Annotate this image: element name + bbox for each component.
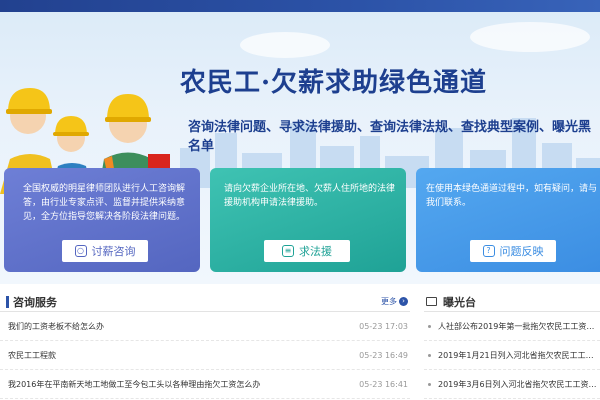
button-label: 讨薪咨询 [91,245,136,258]
legal-aid-card: 请向欠薪企业所在地、欠薪人住所地的法律援助机构申请法律援助。 ≡ 求法援 [210,168,406,272]
document-icon: ≡ [282,245,294,257]
list-item[interactable]: 人社部公布2019年第一批拖欠农民工工资… [424,312,600,341]
consult-service-panel: 咨询服务 更多 › 我们的工资老板不给怎么办 05-23 17:03 农民工工程… [0,292,410,399]
panel-header: 咨询服务 更多 › [0,292,410,312]
button-label: 问题反映 [499,245,544,258]
panel-title: 曝光台 [443,295,476,309]
cloud-decoration [470,22,590,52]
hero-banner: 农民工·欠薪求助绿色通道 咨询法律问题、寻求法律援助、查询法律法规、查找典型案例… [0,12,600,284]
top-nav-strip [0,0,600,12]
cloud-decoration [240,32,330,58]
item-title[interactable]: 2019年3月6日列入河北省拖欠农民工工资… [438,379,600,390]
button-label: 求法援 [299,245,332,258]
list-item[interactable]: 我们的工资老板不给怎么办 05-23 17:03 [0,312,410,341]
card-description: 全国权威的明星律师团队进行人工咨询解答，由行业专家点评、监督并提供采纳意见，全方… [22,184,185,222]
more-link[interactable]: 更多 › [381,296,408,307]
arrow-right-icon: › [399,297,408,306]
item-date: 05-23 17:03 [359,321,408,331]
salary-consult-button[interactable]: ○ 讨薪咨询 [62,240,148,262]
more-label: 更多 [381,297,397,306]
card-description: 在使用本绿色通道过程中，如有疑问，请与我们联系。 [426,184,598,208]
question-icon: ? [482,245,495,257]
list-item[interactable]: 2019年3月6日列入河北省拖欠农民工工资… [424,370,600,399]
hero-subtitle: 咨询法律问题、寻求法律援助、查询法律法规、查找典型案例、曝光黑名单 [188,120,592,154]
item-title[interactable]: 2019年1月21日列入河北省拖欠农民工工… [438,350,600,361]
item-date: 05-23 16:49 [359,350,408,360]
feedback-card: 在使用本绿色通道过程中，如有疑问，请与我们联系。 ? 问题反映 [416,168,600,272]
feedback-button[interactable]: ? 问题反映 [470,240,556,262]
monitor-icon [426,297,437,306]
list-item[interactable]: 我2016年在平南新天地工地做工至今包工头以各种理由拖欠工资怎么办 05-23 … [0,370,410,399]
legal-aid-button[interactable]: ≡ 求法援 [264,240,350,262]
chat-icon: ○ [74,245,87,257]
item-title[interactable]: 我2016年在平南新天地工地做工至今包工头以各种理由拖欠工资怎么办 [0,379,340,390]
panel-header: 曝光台 [424,292,600,312]
list-item[interactable]: 2019年1月21日列入河北省拖欠农民工工… [424,341,600,370]
item-title[interactable]: 人社部公布2019年第一批拖欠农民工工资… [438,321,600,332]
consult-card: 全国权威的明星律师团队进行人工咨询解答，由行业专家点评、监督并提供采纳意见，全方… [4,168,200,272]
card-description: 请向欠薪企业所在地、欠薪人住所地的法律援助机构申请法律援助。 [224,184,396,208]
list-item[interactable]: 农民工工程款 05-23 16:49 [0,341,410,370]
item-date: 05-23 16:41 [359,379,408,389]
panel-title: 咨询服务 [13,295,57,309]
item-title[interactable]: 我们的工资老板不给怎么办 [0,321,340,332]
exposure-panel: 曝光台 人社部公布2019年第一批拖欠农民工工资… 2019年1月21日列入河北… [424,292,600,399]
hero-title: 农民工·欠薪求助绿色通道 [180,68,488,98]
item-title[interactable]: 农民工工程款 [0,350,340,361]
section-marker [6,295,9,308]
